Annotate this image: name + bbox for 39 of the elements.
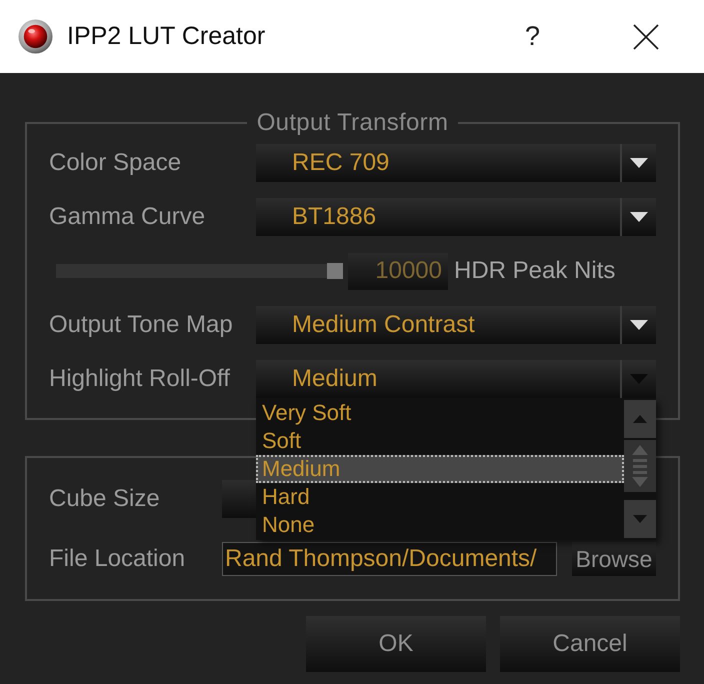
dropdown[interactable]: Medium Contrast: [256, 306, 656, 344]
close-icon: [633, 24, 659, 50]
dropdown-option[interactable]: Hard: [256, 483, 624, 511]
caret-icon: [630, 212, 648, 222]
close-button[interactable]: [633, 24, 659, 50]
scroll-down-button[interactable]: [624, 500, 656, 538]
window-title: IPP2 LUT Creator: [67, 22, 266, 51]
field-label: File Location: [49, 545, 186, 573]
browse-button[interactable]: Browse: [572, 542, 656, 576]
field-label: HDR Peak Nits: [454, 257, 616, 285]
path-field[interactable]: Rand Thompson/Documents/: [222, 542, 557, 576]
slider-thumb[interactable]: [327, 263, 343, 279]
dropdown[interactable]: Medium: [256, 360, 656, 398]
caret-down-icon: [633, 515, 647, 523]
dropdown[interactable]: REC 709: [256, 144, 656, 182]
slider-track[interactable]: [56, 264, 343, 278]
grip-icon: [630, 443, 650, 489]
field-label: Color Space: [49, 149, 182, 177]
dropdown-option[interactable]: None: [256, 511, 624, 539]
caret-icon: [630, 320, 648, 330]
scrollbar-thumb[interactable]: [624, 440, 656, 492]
dropdown-option[interactable]: Soft: [256, 427, 624, 455]
field-label: Gamma Curve: [49, 203, 206, 231]
dialog-button[interactable]: OK: [306, 616, 486, 672]
dropdown-option[interactable]: Medium: [256, 455, 624, 483]
field-label: Output Tone Map: [49, 311, 234, 339]
caret-icon: [630, 374, 648, 384]
dropdown[interactable]: [222, 480, 256, 518]
field-label: Cube Size: [49, 485, 161, 513]
dialog-button[interactable]: Cancel: [500, 616, 680, 672]
group-title: Output Transform: [256, 109, 450, 137]
dropdown[interactable]: BT1886: [256, 198, 656, 236]
scroll-up-button[interactable]: [624, 400, 656, 438]
caret-icon: [630, 158, 648, 168]
caret-up-icon: [633, 415, 647, 423]
dropdown-option[interactable]: Very Soft: [256, 399, 624, 427]
sphere-icon: [18, 19, 53, 54]
field-label: Highlight Roll-Off: [49, 365, 231, 393]
help-button[interactable]: ?: [522, 21, 543, 52]
